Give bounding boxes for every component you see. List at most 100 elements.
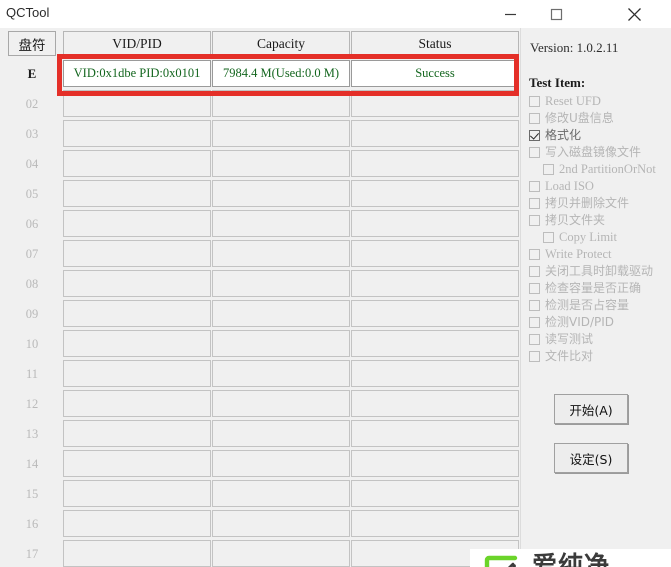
start-button[interactable]: 开始(A) — [554, 394, 628, 424]
cell-vidpid[interactable] — [63, 390, 211, 417]
cell-capacity[interactable]: 7984.4 M(Used:0.0 M) — [212, 60, 350, 87]
test-item-checkbox[interactable]: Load ISO — [529, 178, 594, 195]
cell-vidpid[interactable] — [63, 90, 211, 117]
cell-vidpid[interactable] — [63, 450, 211, 477]
settings-button[interactable]: 设定(S) — [554, 443, 628, 473]
table-row[interactable]: 07 — [0, 239, 520, 269]
cell-status[interactable] — [351, 180, 519, 207]
table-row[interactable]: 05 — [0, 179, 520, 209]
cell-vidpid[interactable] — [63, 270, 211, 297]
test-item-checkbox[interactable]: Reset UFD — [529, 93, 601, 110]
cell-vidpid[interactable] — [63, 540, 211, 567]
cell-status[interactable] — [351, 330, 519, 357]
checkbox-unchecked-icon[interactable] — [529, 198, 540, 209]
table-row[interactable]: 16 — [0, 509, 520, 539]
cell-capacity[interactable] — [212, 240, 350, 267]
table-row[interactable]: 12 — [0, 389, 520, 419]
cell-capacity[interactable] — [212, 450, 350, 477]
cell-capacity[interactable] — [212, 420, 350, 447]
cell-vidpid[interactable] — [63, 120, 211, 147]
table-row[interactable]: 15 — [0, 479, 520, 509]
test-item-checkbox[interactable]: 文件比对 — [529, 348, 593, 365]
cell-vidpid[interactable] — [63, 300, 211, 327]
cell-status[interactable] — [351, 360, 519, 387]
cell-capacity[interactable] — [212, 390, 350, 417]
column-header-capacity[interactable]: Capacity — [212, 31, 350, 56]
cell-status[interactable] — [351, 120, 519, 147]
minimize-button[interactable] — [487, 0, 533, 28]
table-row[interactable]: 06 — [0, 209, 520, 239]
cell-capacity[interactable] — [212, 120, 350, 147]
cell-status[interactable] — [351, 90, 519, 117]
cell-status[interactable] — [351, 450, 519, 477]
cell-status[interactable] — [351, 510, 519, 537]
cell-capacity[interactable] — [212, 90, 350, 117]
checkbox-unchecked-icon[interactable] — [529, 181, 540, 192]
cell-capacity[interactable] — [212, 210, 350, 237]
cell-capacity[interactable] — [212, 540, 350, 567]
checkbox-unchecked-icon[interactable] — [529, 215, 540, 226]
cell-status[interactable] — [351, 270, 519, 297]
table-row[interactable]: 10 — [0, 329, 520, 359]
cell-vidpid[interactable] — [63, 150, 211, 177]
checkbox-unchecked-icon[interactable] — [543, 232, 554, 243]
cell-capacity[interactable] — [212, 150, 350, 177]
checkbox-unchecked-icon[interactable] — [529, 334, 540, 345]
test-item-checkbox[interactable]: 关闭工具时卸载驱动 — [529, 263, 653, 280]
cell-vidpid[interactable]: VID:0x1dbe PID:0x0101 — [63, 60, 211, 87]
cell-capacity[interactable] — [212, 300, 350, 327]
column-header-vidpid[interactable]: VID/PID — [63, 31, 211, 56]
cell-capacity[interactable] — [212, 510, 350, 537]
table-row[interactable]: 13 — [0, 419, 520, 449]
maximize-button[interactable] — [533, 0, 579, 28]
checkbox-unchecked-icon[interactable] — [529, 249, 540, 260]
cell-capacity[interactable] — [212, 360, 350, 387]
test-item-checkbox[interactable]: 读写测试 — [529, 331, 593, 348]
cell-status[interactable] — [351, 300, 519, 327]
close-button[interactable] — [611, 0, 657, 28]
checkbox-checked-icon[interactable] — [529, 130, 540, 141]
test-item-checkbox[interactable]: 检测是否占容量 — [529, 297, 629, 314]
test-item-checkbox[interactable]: 拷贝文件夹 — [529, 212, 605, 229]
cell-status[interactable] — [351, 150, 519, 177]
cell-vidpid[interactable] — [63, 330, 211, 357]
cell-vidpid[interactable] — [63, 180, 211, 207]
cell-vidpid[interactable] — [63, 510, 211, 537]
checkbox-unchecked-icon[interactable] — [529, 300, 540, 311]
cell-status[interactable]: Success — [351, 60, 519, 87]
table-row[interactable]: 04 — [0, 149, 520, 179]
checkbox-unchecked-icon[interactable] — [543, 164, 554, 175]
cell-capacity[interactable] — [212, 330, 350, 357]
test-item-checkbox[interactable]: 检测VID/PID — [529, 314, 614, 331]
cell-vidpid[interactable] — [63, 480, 211, 507]
cell-capacity[interactable] — [212, 270, 350, 297]
checkbox-unchecked-icon[interactable] — [529, 113, 540, 124]
table-row[interactable]: 03 — [0, 119, 520, 149]
cell-vidpid[interactable] — [63, 420, 211, 447]
column-header-status[interactable]: Status — [351, 31, 519, 56]
cell-status[interactable] — [351, 240, 519, 267]
cell-status[interactable] — [351, 210, 519, 237]
test-item-checkbox[interactable]: 拷贝并删除文件 — [529, 195, 629, 212]
checkbox-unchecked-icon[interactable] — [529, 266, 540, 277]
cell-capacity[interactable] — [212, 180, 350, 207]
test-item-checkbox[interactable]: 写入磁盘镜像文件 — [529, 144, 641, 161]
table-row[interactable]: 08 — [0, 269, 520, 299]
checkbox-unchecked-icon[interactable] — [529, 147, 540, 158]
cell-vidpid[interactable] — [63, 240, 211, 267]
test-item-checkbox[interactable]: 格式化 — [529, 127, 581, 144]
test-item-checkbox[interactable]: 修改U盘信息 — [529, 110, 614, 127]
checkbox-unchecked-icon[interactable] — [529, 283, 540, 294]
cell-status[interactable] — [351, 390, 519, 417]
column-header-drive[interactable]: 盘符 — [8, 31, 56, 56]
table-row[interactable]: 11 — [0, 359, 520, 389]
cell-vidpid[interactable] — [63, 360, 211, 387]
cell-capacity[interactable] — [212, 480, 350, 507]
checkbox-unchecked-icon[interactable] — [529, 96, 540, 107]
cell-status[interactable] — [351, 480, 519, 507]
table-row[interactable]: 02 — [0, 89, 520, 119]
table-row[interactable]: E VID:0x1dbe PID:0x0101 7984.4 M(Used:0.0 … — [0, 59, 520, 89]
table-row[interactable]: 17 — [0, 539, 520, 567]
checkbox-unchecked-icon[interactable] — [529, 317, 540, 328]
table-row[interactable]: 09 — [0, 299, 520, 329]
